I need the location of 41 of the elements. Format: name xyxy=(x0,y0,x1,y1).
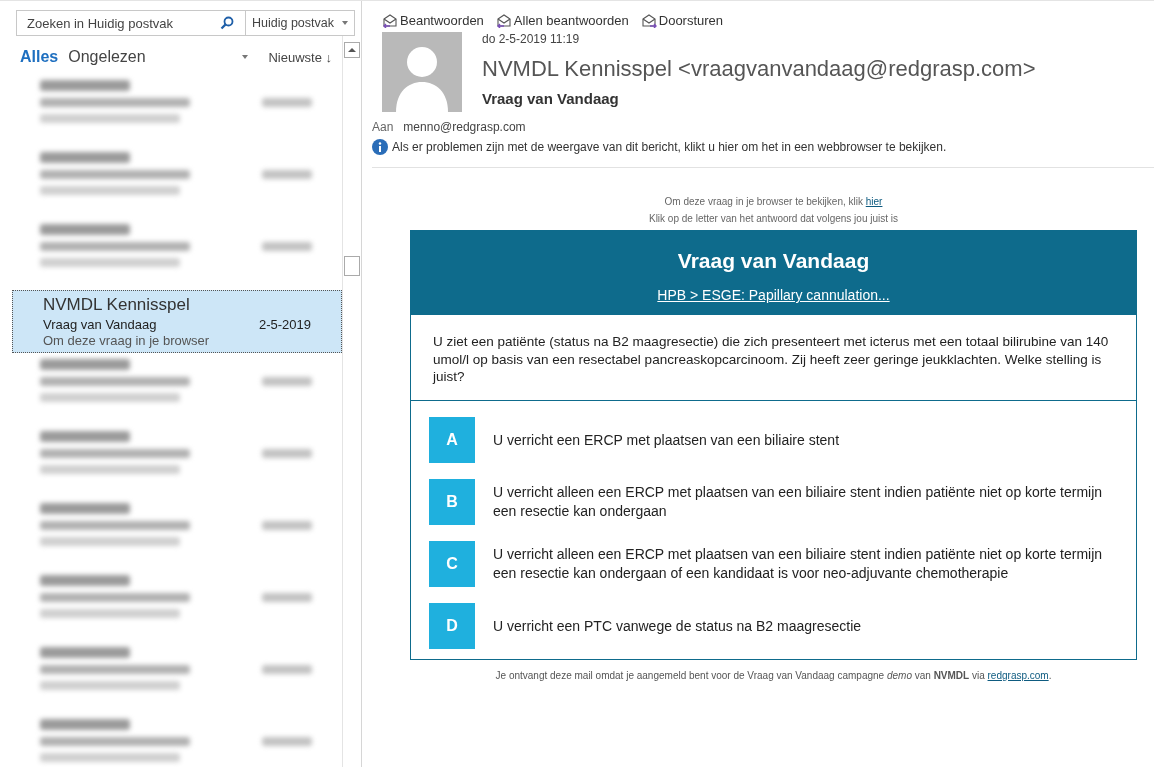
message-preview: Om deze vraag in je browser xyxy=(43,333,211,348)
browser-link[interactable]: hier xyxy=(865,196,883,207)
filter-tab[interactable]: Alles xyxy=(20,48,59,66)
message-sender: NVMDL Kennisspel xyxy=(43,295,191,315)
message-item[interactable]: NVMDL Kennisspel Vraag van Vandaag 2-5-2019 Om deze vraag in je browser xyxy=(12,290,342,353)
info-bar-text[interactable]: Als er problemen zijn met de weergave van dit bericht, klikt u hier om het in een webbrowser te bekijken. xyxy=(392,140,947,154)
recipient-label: Aan xyxy=(372,120,394,134)
scroll-thumb[interactable] xyxy=(344,256,360,276)
caret-icon xyxy=(342,21,348,25)
message-subject: Vraag van Vandaag xyxy=(482,90,620,107)
filter-tab[interactable]: Ongelezen xyxy=(68,48,146,66)
footer-text: Je ontvangt deze mail omdat je aangemeld bent voor de Vraag van Vandaag campagne demo van NVMDL via redgrasp.com. xyxy=(495,669,1052,681)
scrollbar[interactable] xyxy=(342,36,361,767)
envelope-icon xyxy=(382,13,398,28)
question-text: U ziet een patiënte (status na B2 maagresectie) die zich presenteert met icterus met een totaal bilirubine van 140 umol/l op basis van een resectabel pancreaskopcarcinoom. Zij heeft zeer geringe jeukklachten. Welke stelling is juist? xyxy=(411,315,1136,401)
footer-link[interactable]: redgrasp.com xyxy=(987,669,1049,681)
caret-icon[interactable] xyxy=(242,55,249,59)
envelope-icon xyxy=(495,13,512,28)
answer-text: U verricht een PTC vanwege de status na B2 maagresectie xyxy=(493,616,862,635)
sender-address: NVMDL Kennisspel <vraagvanvandaag@redgrasp.com> xyxy=(482,56,1036,82)
answer-text: U verricht een ERCP met plaatsen van een biliaire stent xyxy=(493,430,840,449)
search-icon xyxy=(220,16,234,30)
message-datetime: do 2-5-2019 11:19 xyxy=(482,32,581,46)
scope-dropdown[interactable]: Huidig postvak xyxy=(246,10,355,36)
recipient-address: menno@redgrasp.com xyxy=(403,120,526,134)
browser-notice: Om deze vraag in je browser te bekijken, klik hier xyxy=(664,196,883,207)
sort-button[interactable]: Nieuwste ↓ xyxy=(268,49,332,65)
instruction-text: Klik op de letter van het antwoord dat volgens jou juist is xyxy=(648,213,898,224)
message-date: 2-5-2019 xyxy=(258,317,311,332)
question-title: Vraag van Vandaag xyxy=(677,249,870,273)
answer-text: U verricht alleen een ERCP met plaatsen van een biliaire stent indien patiënte niet op korte termijn een resectie kan ondergaan xyxy=(493,483,1104,520)
envelope-icon xyxy=(640,13,657,28)
info-icon xyxy=(372,139,388,155)
answer-text: U verricht alleen een ERCP met plaatsen van een biliaire stent indien patiënte niet op korte termijn een resectie kan ondergaan of een kandidaat is voor neo-adjuvante chemotherapie xyxy=(493,545,1104,582)
reply-action[interactable]: Beantwoorden xyxy=(382,13,484,28)
reply-action[interactable]: Allen beantwoorden xyxy=(495,13,629,28)
search-field[interactable]: Zoeken in Huidig postvak xyxy=(16,10,246,36)
scroll-up-icon[interactable] xyxy=(344,42,360,58)
topic-link[interactable]: HPB > ESGE: Papillary cannulation... xyxy=(657,287,890,303)
reply-action[interactable]: Doorsturen xyxy=(640,13,724,28)
message-subject: Vraag van Vandaag xyxy=(43,317,157,332)
